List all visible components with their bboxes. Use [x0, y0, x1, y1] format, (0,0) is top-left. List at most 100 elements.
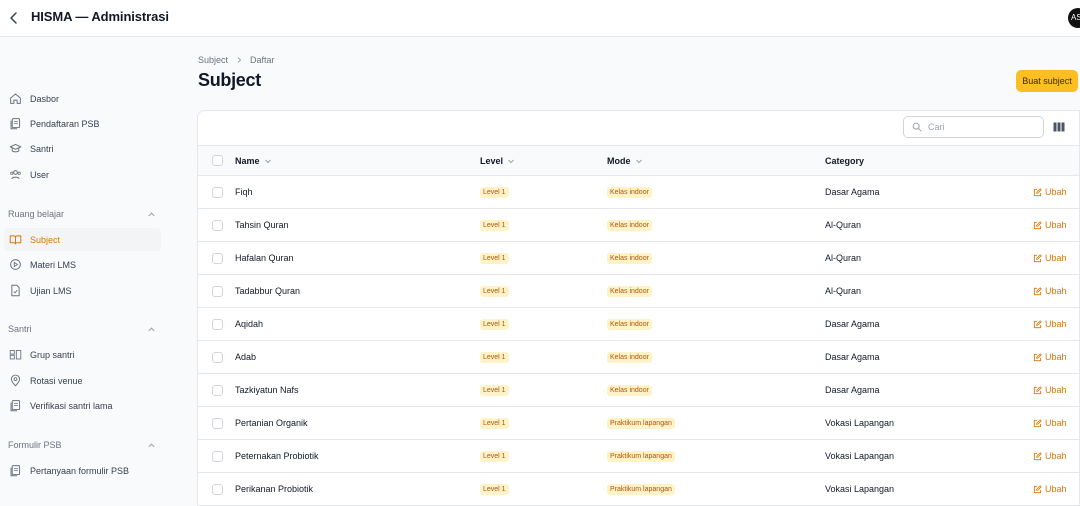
mode-badge: Kelas indoor: [607, 385, 652, 396]
column-label: Name: [235, 156, 260, 166]
sidebar-item-label: Pendaftaran PSB: [30, 118, 100, 129]
sidebar-item-ujian-lms[interactable]: Ujian LMS: [4, 279, 161, 302]
cell-category: Vokasi Lapangan: [825, 451, 895, 461]
row-checkbox[interactable]: [212, 352, 223, 363]
document-check-icon: [11, 284, 20, 297]
row-checkbox[interactable]: [212, 187, 223, 198]
edit-icon: [1033, 352, 1042, 361]
search-box[interactable]: [903, 116, 1044, 138]
table-row[interactable]: Perikanan Probiotik Level 1 Praktikum lapa…: [198, 473, 1079, 505]
edit-button[interactable]: Ubah: [1033, 352, 1067, 362]
mode-badge: Praktikum lapangan: [607, 484, 675, 495]
row-checkbox[interactable]: [212, 484, 223, 495]
table-row[interactable]: Hafalan Quran Level 1 Kelas indoor Al-Quran…: [198, 242, 1079, 275]
edit-button[interactable]: Ubah: [1033, 220, 1067, 230]
columns-icon[interactable]: [1053, 121, 1065, 133]
column-label: Category: [825, 156, 865, 166]
edit-label: Ubah: [1045, 451, 1067, 461]
edit-button[interactable]: Ubah: [1033, 319, 1067, 329]
avatar[interactable]: AS: [1068, 8, 1080, 28]
sidebar-item-user[interactable]: User: [4, 163, 161, 186]
table-row[interactable]: Aqidah Level 1 Kelas indoor Dasar Agama Ubah: [198, 308, 1079, 341]
group-label: Formulir PSB: [8, 440, 62, 450]
level-badge: Level 1: [480, 319, 509, 330]
mode-badge: Kelas indoor: [607, 187, 652, 198]
edit-button[interactable]: Ubah: [1033, 286, 1067, 296]
sidebar-item-label: Grup santri: [30, 349, 75, 360]
chevron-down-icon: [264, 159, 271, 164]
row-checkbox[interactable]: [212, 451, 223, 462]
search-input[interactable]: [928, 122, 1028, 132]
edit-button[interactable]: Ubah: [1033, 484, 1067, 494]
sidebar-item-santri[interactable]: Santri: [4, 137, 161, 160]
group-santri[interactable]: Santri: [8, 322, 156, 336]
column-label: Mode: [607, 156, 631, 166]
map-pin-icon: [10, 374, 21, 387]
sidebar-item-grup-santri[interactable]: Grup santri: [4, 343, 161, 366]
sidebar-item-pendaftaran-psb[interactable]: Pendaftaran PSB: [4, 112, 161, 135]
documents-icon: [10, 400, 21, 412]
group-ruang-belajar[interactable]: Ruang belajar: [8, 207, 156, 221]
chevron-left-icon[interactable]: [7, 9, 21, 27]
play-circle-icon: [10, 259, 21, 270]
row-checkbox[interactable]: [212, 220, 223, 231]
table-row[interactable]: Adab Level 1 Kelas indoor Dasar Agama Ubah: [198, 341, 1079, 374]
edit-button[interactable]: Ubah: [1033, 418, 1067, 428]
edit-icon: [1033, 187, 1042, 196]
edit-icon: [1033, 484, 1042, 493]
cell-category: Al-Quran: [825, 220, 862, 230]
edit-icon: [1033, 286, 1042, 295]
level-badge: Level 1: [480, 286, 509, 297]
sidebar-item-rotasi-venue[interactable]: Rotasi venue: [4, 369, 161, 392]
table-row[interactable]: Peternakan Probiotik Level 1 Praktikum lap…: [198, 440, 1079, 473]
top-bar: HISMA — Administrasi AS: [0, 0, 1080, 37]
documents-icon: [10, 465, 21, 477]
sidebar-item-label: Subject: [30, 234, 61, 245]
edit-button[interactable]: Ubah: [1033, 385, 1067, 395]
group-formulir-psb[interactable]: Formulir PSB: [8, 438, 156, 452]
level-badge: Level 1: [480, 220, 509, 231]
edit-icon: [1033, 253, 1042, 262]
edit-icon: [1033, 319, 1042, 328]
table-row[interactable]: Tazkiyatun Nafs Level 1 Kelas indoor Dasar …: [198, 374, 1079, 407]
create-subject-button[interactable]: Buat subject: [1016, 70, 1078, 92]
cell-category: Al-Quran: [825, 286, 862, 296]
select-all-checkbox[interactable]: [212, 155, 223, 166]
table-row[interactable]: Tahsin Quran Level 1 Kelas indoor Al-Quran U…: [198, 209, 1079, 242]
sidebar: Dasbor Pendaftaran PSB Santri User Ruang…: [0, 37, 170, 506]
cell-name: Tazkiyatun Nafs: [235, 385, 299, 395]
level-badge: Level 1: [480, 418, 509, 429]
mode-badge: Praktikum lapangan: [607, 451, 675, 462]
mode-badge: Kelas indoor: [607, 286, 652, 297]
row-checkbox[interactable]: [212, 253, 223, 264]
edit-label: Ubah: [1045, 418, 1067, 428]
sidebar-item-label: Pertanyaan formulir PSB: [30, 465, 130, 476]
column-header-level[interactable]: Level: [480, 156, 515, 166]
column-header-mode[interactable]: Mode: [607, 156, 643, 166]
table-row[interactable]: Tadabbur Quran Level 1 Kelas indoor Al-Qura…: [198, 275, 1079, 308]
table-row[interactable]: Pertanian Organik Level 1 Praktikum lapang…: [198, 407, 1079, 440]
edit-icon: [1033, 220, 1042, 229]
row-checkbox[interactable]: [212, 286, 223, 297]
sidebar-item-subject[interactable]: Subject: [4, 228, 161, 251]
row-checkbox[interactable]: [212, 418, 223, 429]
column-label: Level: [480, 156, 504, 166]
row-checkbox[interactable]: [212, 385, 223, 396]
cell-category: Vokasi Lapangan: [825, 418, 895, 428]
sidebar-item-materi-lms[interactable]: Materi LMS: [4, 253, 161, 276]
table-row[interactable]: Fiqh Level 1 Kelas indoor Dasar Agama Ubah: [198, 176, 1079, 209]
chevron-up-icon: [148, 326, 155, 331]
sidebar-item-dasbor[interactable]: Dasbor: [4, 87, 161, 110]
cell-name: Fiqh: [235, 187, 253, 197]
breadcrumb-parent[interactable]: Subject: [198, 55, 228, 65]
edit-button[interactable]: Ubah: [1033, 253, 1067, 263]
edit-button[interactable]: Ubah: [1033, 451, 1067, 461]
cell-name: Hafalan Quran: [235, 253, 294, 263]
sidebar-item-verifikasi-santri-lama[interactable]: Verifikasi santri lama: [4, 394, 161, 417]
column-header-name[interactable]: Name: [235, 156, 272, 166]
cell-name: Pertanian Organik: [235, 418, 308, 428]
breadcrumb: Subject Daftar: [198, 55, 275, 65]
edit-button[interactable]: Ubah: [1033, 187, 1067, 197]
sidebar-item-pertanyaan-formulir-psb[interactable]: Pertanyaan formulir PSB: [4, 459, 161, 482]
row-checkbox[interactable]: [212, 319, 223, 330]
